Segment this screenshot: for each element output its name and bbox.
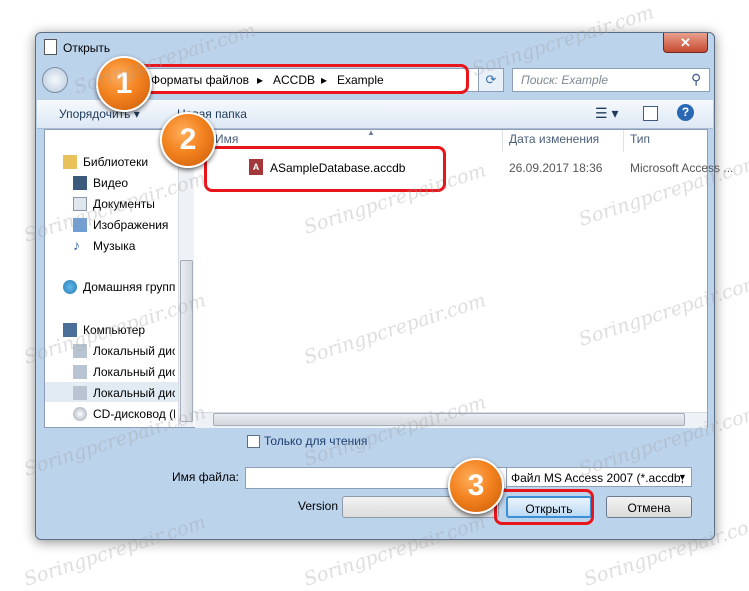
file-date: 26.09.2017 18:36 (509, 161, 603, 175)
preview-pane-icon[interactable] (643, 106, 658, 121)
close-button[interactable]: ✕ (663, 33, 708, 53)
callout-2: 2 (160, 112, 216, 168)
readonly-checkbox[interactable] (247, 435, 260, 448)
back-button[interactable] (42, 67, 68, 93)
chevron-down-icon[interactable]: ▼ (678, 472, 687, 482)
column-header-type[interactable]: Тип (630, 132, 650, 152)
drive-icon (73, 365, 87, 379)
sidebar-scroll-thumb[interactable] (180, 260, 193, 422)
sort-arrow-icon: ▲ (367, 128, 375, 137)
view-options-icon[interactable]: ☰ ▾ (595, 105, 618, 122)
drive-icon (73, 386, 87, 400)
sidebar-item-drive-e[interactable]: Локальный диск (E:) (93, 386, 175, 404)
search-icon[interactable]: ⚲ (691, 71, 701, 88)
cd-drive-icon (73, 407, 87, 421)
version-label: Version (298, 499, 339, 513)
sidebar-item-drive-c[interactable]: Локальный диск (C:) (93, 344, 175, 362)
video-icon (73, 176, 87, 190)
help-icon[interactable]: ? (677, 104, 694, 121)
music-icon: ♪ (73, 237, 80, 253)
library-icon (63, 155, 77, 169)
callout-3: 3 (448, 458, 504, 514)
column-header-date[interactable]: Дата изменения (509, 132, 599, 152)
sidebar-item-homegroup[interactable]: Домашняя группа (83, 280, 175, 298)
column-separator[interactable] (502, 130, 503, 152)
document-icon (44, 39, 57, 55)
navigation-pane: Библиотеки Видео Документы Изображения ♪… (45, 130, 190, 427)
cancel-button[interactable]: Отмена (606, 496, 692, 518)
search-box[interactable]: Поиск: Example ⚲ (512, 68, 710, 92)
filename-label: Имя файла: (172, 470, 239, 484)
search-input[interactable]: Поиск: Example (521, 73, 608, 87)
window-title: Открыть (63, 41, 111, 55)
sidebar-item-drive-d[interactable]: Локальный диск (D:) (93, 365, 175, 383)
column-separator[interactable] (623, 130, 624, 152)
homegroup-icon (63, 280, 77, 294)
highlight-open-button (494, 489, 594, 525)
highlight-address-bar (133, 64, 469, 94)
